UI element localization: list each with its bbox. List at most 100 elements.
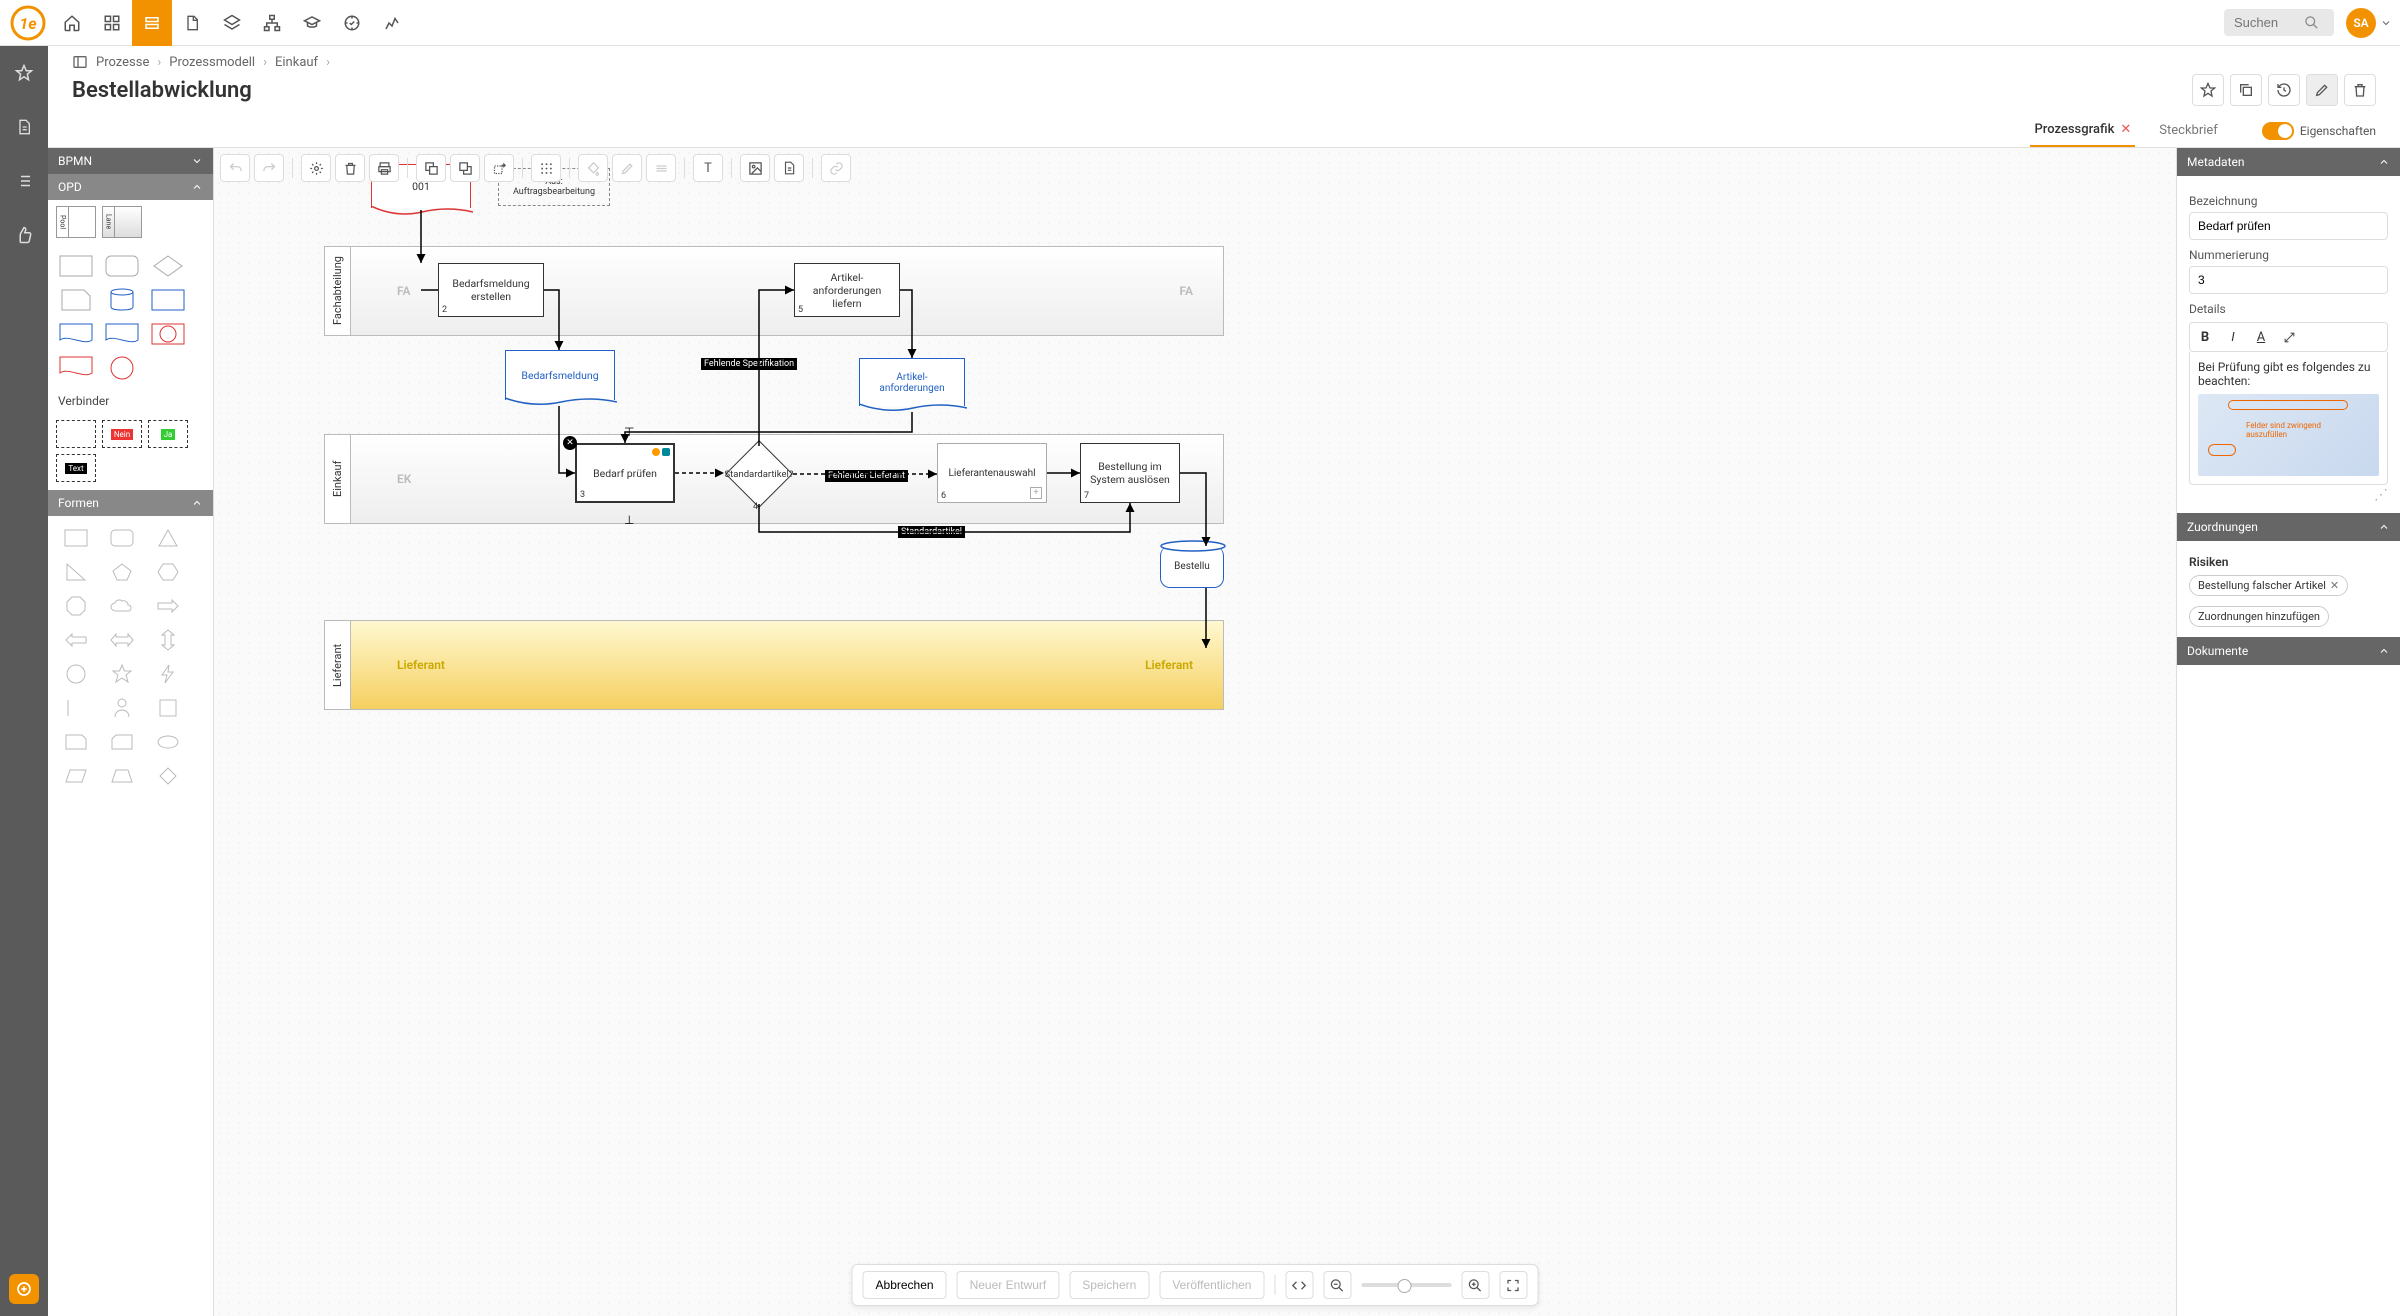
form-tabcut[interactable] [102, 728, 142, 756]
form-circle[interactable] [56, 660, 96, 688]
node-badge-close-icon[interactable]: ✕ [563, 436, 577, 450]
rte-bold-icon[interactable]: B [2192, 325, 2218, 349]
tb-stroke-icon[interactable] [612, 154, 642, 182]
form-pentagon[interactable] [102, 558, 142, 586]
rail-thumbsup-icon[interactable] [9, 220, 39, 250]
tb-redo-icon[interactable] [254, 154, 284, 182]
action-history-icon[interactable] [2268, 74, 2300, 106]
toggle-eigenschaften[interactable] [2262, 122, 2294, 140]
shape-page-gray[interactable] [56, 286, 96, 314]
tb-settings-icon[interactable] [301, 154, 331, 182]
input-nummerierung[interactable] [2189, 266, 2388, 294]
shape-diamond-gray[interactable] [148, 252, 188, 280]
breadcrumb-panel-icon[interactable] [72, 54, 88, 70]
shape-wave-blue[interactable] [56, 320, 96, 348]
shape-pool[interactable]: Pool [56, 208, 96, 236]
props-section-dokumente[interactable]: Dokumente [2177, 637, 2400, 665]
form-octagon[interactable] [56, 592, 96, 620]
tb-link-icon[interactable] [821, 154, 851, 182]
node-artikel-anforderungen-liefern[interactable]: Artikel- anforderungen liefern5 [794, 263, 900, 317]
bb-new-draft[interactable]: Neuer Entwurf [957, 1271, 1060, 1299]
rail-document-icon[interactable] [9, 112, 39, 142]
nav-home-icon[interactable] [52, 0, 92, 46]
nav-layers-icon[interactable] [212, 0, 252, 46]
node-lieferantenauswahl[interactable]: Lieferantenauswahl6 + [937, 443, 1047, 503]
action-trash-icon[interactable] [2344, 74, 2376, 106]
bb-zoom-in-icon[interactable] [1461, 1271, 1489, 1299]
search-box[interactable] [2224, 9, 2334, 36]
form-line[interactable] [56, 694, 96, 722]
tb-doc-icon[interactable] [774, 154, 804, 182]
form-arrow-ud[interactable] [148, 626, 188, 654]
rte-underline-color-icon[interactable]: A [2248, 325, 2274, 349]
props-section-zuordnungen[interactable]: Zuordnungen [2177, 513, 2400, 541]
nav-sitemap-icon[interactable] [252, 0, 292, 46]
form-cloud[interactable] [102, 592, 142, 620]
form-rect[interactable] [56, 524, 96, 552]
nav-grid-icon[interactable] [92, 0, 132, 46]
tb-trash-icon[interactable] [335, 154, 365, 182]
form-bolt[interactable] [148, 660, 188, 688]
palette-section-bpmn[interactable]: BPMN [48, 148, 213, 174]
tb-bring-front-icon[interactable] [416, 154, 446, 182]
tab-prozessgrafik[interactable]: Prozessgrafik✕ [2030, 114, 2135, 147]
rail-add-button[interactable] [9, 1274, 39, 1304]
form-hexagon[interactable] [148, 558, 188, 586]
form-trapezoid[interactable] [102, 762, 142, 790]
conn-text[interactable]: Text [56, 454, 96, 482]
subprocess-icon[interactable]: + [1030, 487, 1042, 499]
chip-risiko[interactable]: Bestellung falscher Artikel✕ [2189, 575, 2348, 596]
crumb-1[interactable]: Prozesse [96, 55, 149, 70]
crumb-2[interactable]: Prozessmodell [169, 55, 255, 70]
rte-content[interactable]: Bei Prüfung gibt es folgendes zu beachte… [2189, 352, 2388, 485]
form-card[interactable] [56, 728, 96, 756]
doc-bedarfsmeldung[interactable]: Bedarfsmeldung [505, 350, 615, 400]
nav-process-icon[interactable] [132, 0, 172, 46]
bb-publish[interactable]: Veröffentlichen [1159, 1271, 1264, 1299]
input-bezeichnung[interactable] [2189, 212, 2388, 240]
form-square[interactable] [148, 694, 188, 722]
tab-steckbrief[interactable]: Steckbrief [2155, 115, 2222, 146]
tb-rotate-icon[interactable] [484, 154, 514, 182]
search-input[interactable] [2234, 15, 2304, 30]
action-copy-icon[interactable] [2230, 74, 2262, 106]
user-menu-chevron-icon[interactable] [2380, 17, 2392, 29]
bb-fullscreen-icon[interactable] [1499, 1271, 1527, 1299]
node-bedarfsmeldung-erstellen[interactable]: Bedarfsmeldung erstellen2 [438, 263, 544, 317]
shape-circle-red2[interactable] [102, 354, 142, 382]
rte-italic-icon[interactable]: I [2220, 325, 2246, 349]
tb-border-icon[interactable] [646, 154, 676, 182]
form-parallelogram[interactable] [56, 762, 96, 790]
doc-artikel-anforderungen[interactable]: Artikel- anforderungen [859, 358, 965, 406]
chip-add-zuordnung[interactable]: Zuordnungen hinzufügen [2189, 606, 2329, 627]
tb-fill-icon[interactable] [578, 154, 608, 182]
shape-doc-red[interactable] [56, 354, 96, 382]
shape-cylinder-blue[interactable] [102, 286, 142, 314]
tb-grid-icon[interactable] [531, 154, 561, 182]
bb-cancel[interactable]: Abbrechen [863, 1271, 947, 1299]
nav-target-icon[interactable] [332, 0, 372, 46]
rte-expand-icon[interactable] [2276, 325, 2302, 349]
datastore-bestellung[interactable]: Bestellu [1160, 546, 1224, 588]
form-diamond[interactable] [148, 762, 188, 790]
shape-rect-blue[interactable] [148, 286, 188, 314]
user-avatar[interactable]: SA [2346, 8, 2376, 38]
conn-ja[interactable]: Ja [148, 420, 188, 448]
form-right-triangle[interactable] [56, 558, 96, 586]
action-edit-icon[interactable] [2306, 74, 2338, 106]
tb-text-icon[interactable]: T [693, 154, 723, 182]
palette-section-opd[interactable]: OPD [48, 174, 213, 200]
node-bedarf-pruefen[interactable]: Bedarf prüfen3 [575, 443, 675, 503]
nav-page-icon[interactable] [172, 0, 212, 46]
props-section-metadaten[interactable]: Metadaten [2177, 148, 2400, 176]
node-bestellung-ausloesen[interactable]: Bestellung im System auslösen7 [1080, 443, 1180, 503]
swimlane-lieferant[interactable]: Lieferant Lieferant Lieferant [324, 620, 1224, 710]
tb-print-icon[interactable] [369, 154, 399, 182]
chip-remove-icon[interactable]: ✕ [2330, 579, 2339, 592]
conn-plain[interactable] [56, 420, 96, 448]
conn-nein[interactable]: Nein [102, 420, 142, 448]
tb-send-back-icon[interactable] [450, 154, 480, 182]
close-tab-icon[interactable]: ✕ [2120, 122, 2131, 137]
bb-code-icon[interactable] [1285, 1271, 1313, 1299]
form-triangle[interactable] [148, 524, 188, 552]
